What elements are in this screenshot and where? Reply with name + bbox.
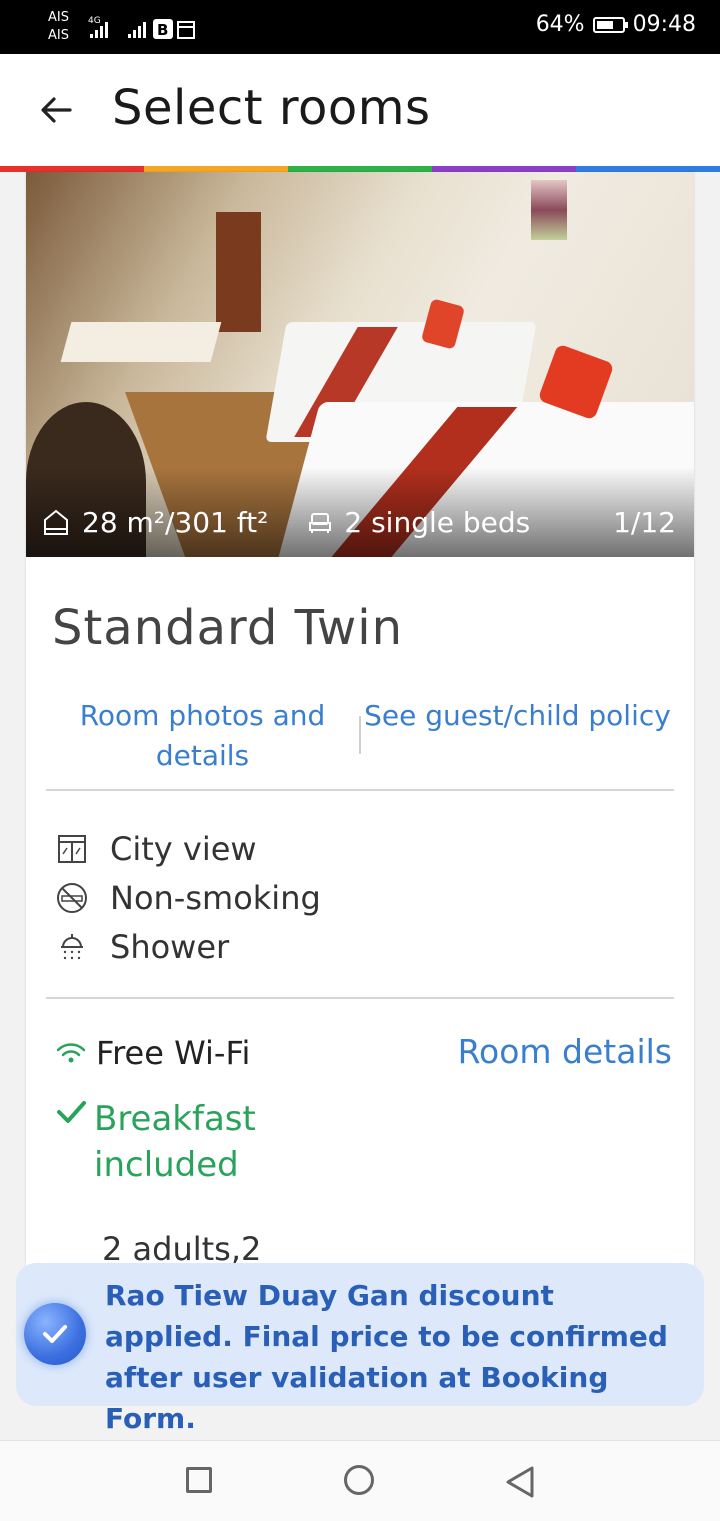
recent-apps-icon[interactable] <box>186 1467 212 1493</box>
room-card: 28 m²/301 ft² 2 single beds 1/12 Standar… <box>26 172 694 1272</box>
feature-item: City view <box>52 824 321 873</box>
clock: 09:48 <box>632 12 696 37</box>
room-features: City view Non-smoking Shower <box>52 824 321 971</box>
carrier-2: AIS <box>48 28 69 43</box>
breakfast-label: Breakfast included <box>94 1099 256 1185</box>
photo-info-overlay: 28 m²/301 ft² 2 single beds 1/12 <box>42 506 676 539</box>
wifi-icon <box>56 1043 86 1063</box>
feature-label: City view <box>110 829 257 868</box>
guest-policy-link[interactable]: See guest/child policy <box>361 696 674 736</box>
room-photo[interactable]: 28 m²/301 ft² 2 single beds 1/12 <box>26 172 694 557</box>
status-right: 64% 09:48 <box>536 12 696 37</box>
room-name: Standard Twin <box>52 600 404 656</box>
room-size-icon <box>44 509 68 535</box>
discount-message: Rao Tiew Duay Gan discount applied. Fina… <box>105 1279 668 1435</box>
page-title: Select rooms <box>112 80 431 136</box>
carrier-1: AIS <box>48 10 69 25</box>
discount-banner: Rao Tiew Duay Gan discount applied. Fina… <box>16 1263 704 1435</box>
svg-text:B: B <box>157 21 168 39</box>
no-smoking-icon <box>52 880 92 916</box>
network-type: 4G <box>88 16 101 26</box>
window-icon <box>52 831 92 867</box>
verified-badge-icon <box>24 1303 86 1365</box>
home-icon[interactable] <box>344 1465 374 1495</box>
battery-icon <box>592 16 628 33</box>
status-bar: AIS AIS 4G B 64% 09:48 <box>0 0 720 54</box>
room-size: 28 m²/301 ft² <box>82 506 269 539</box>
breakfast-amenity: Breakfast included <box>56 1096 274 1188</box>
room-details-link[interactable]: Room details <box>458 1032 672 1071</box>
signal-icon: 4G B <box>88 16 195 39</box>
shower-icon <box>52 929 92 965</box>
bed-count: 2 single beds <box>344 506 531 539</box>
system-nav-bar <box>0 1440 720 1521</box>
carrier-labels: AIS AIS <box>48 9 69 45</box>
feature-item: Non-smoking <box>52 873 321 922</box>
feature-label: Non-smoking <box>110 878 321 917</box>
divider <box>46 997 674 999</box>
room-links: Room photos and details See guest/child … <box>46 696 674 778</box>
app-bar: Select rooms <box>0 54 720 166</box>
room-photos-link[interactable]: Room photos and details <box>46 696 359 776</box>
feature-label: Shower <box>110 927 230 966</box>
check-icon <box>57 1101 86 1123</box>
photo-counter: 1/12 <box>613 506 676 539</box>
divider <box>46 789 674 791</box>
feature-item: Shower <box>52 922 321 971</box>
back-arrow-icon[interactable] <box>38 92 74 128</box>
back-nav-icon[interactable] <box>505 1465 535 1499</box>
wifi-amenity: Free Wi-Fi <box>56 1034 250 1072</box>
battery-percent: 64% <box>535 12 585 37</box>
bed-icon <box>309 512 332 533</box>
wifi-label: Free Wi-Fi <box>96 1034 251 1072</box>
